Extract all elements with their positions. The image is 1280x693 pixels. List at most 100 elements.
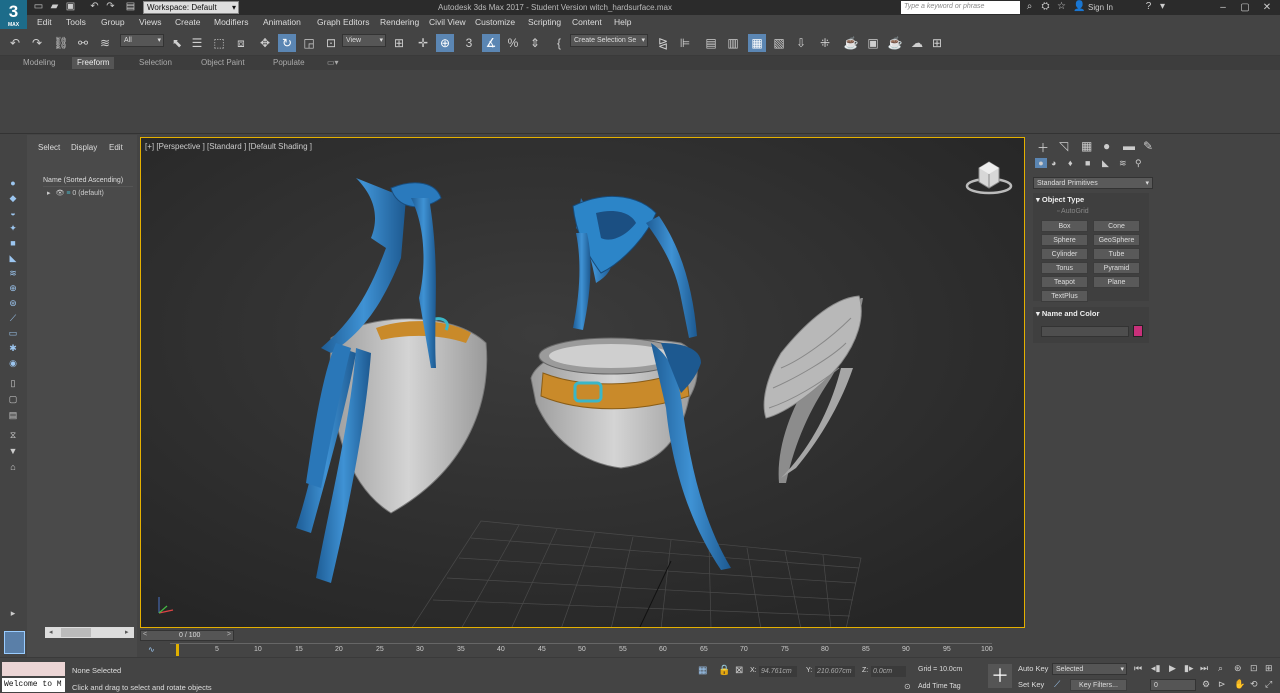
minimize-icon[interactable]: – [1212,0,1234,15]
go-to-end-icon[interactable]: ⏭ [1200,663,1208,674]
window-crossing-icon[interactable]: ⧈ [232,34,250,52]
display-spacewarps-icon[interactable]: ≋ [4,267,22,280]
bind-spacewarp-icon[interactable]: ≋ [96,34,114,52]
keyword-search-input[interactable]: Type a keyword or phrase [901,1,1020,14]
sync-selection-icon[interactable]: ⧖ [4,429,22,442]
perspective-viewport[interactable]: [+] [Perspective ] [Standard ] [Default … [140,137,1025,628]
help-dropdown-icon[interactable]: ▾ [1156,1,1169,13]
new-scene-icon[interactable]: ▭ [32,1,45,13]
named-selection-set-dropdown[interactable]: Create Selection Se ▾ [570,34,648,47]
spacewarps-icon[interactable]: ≋ [1119,158,1127,169]
create-tab-icon[interactable]: ＋ [1037,139,1049,156]
rendered-frame-window-icon[interactable]: ▣ [864,34,882,52]
select-none-icon[interactable]: ▢ [4,393,22,406]
snaps-toggle-icon[interactable]: 3 [460,34,478,52]
explorer-tab-edit[interactable]: Edit [109,143,123,152]
display-cameras-icon[interactable]: ■ [4,237,22,250]
menu-customize[interactable]: Customize [475,17,515,28]
tube-button[interactable]: Tube [1093,248,1140,260]
expand-arrow-icon[interactable]: ▸ [4,607,22,620]
cameras-icon[interactable]: ■ [1085,158,1090,168]
menu-tools[interactable]: Tools [66,17,86,28]
display-hidden-icon[interactable]: ◉ [4,357,22,370]
help-icon[interactable]: ? [1142,1,1155,13]
display-groups-icon[interactable]: ⊕ [4,282,22,295]
keyboard-shortcut-override-icon[interactable]: ⊕ [436,34,454,52]
sign-in-link[interactable]: Sign In [1088,2,1113,13]
add-time-tag[interactable]: Add Time Tag [918,683,961,690]
zoom-extents-all-icon[interactable]: ⊞ [1265,663,1273,674]
hierarchy-tab-icon[interactable]: ▦ [1081,139,1092,153]
cone-button[interactable]: Cone [1093,220,1140,232]
scroll-right-icon[interactable]: ▸ [125,629,131,636]
menu-modifiers[interactable]: Modifiers [214,17,248,28]
search-icon[interactable]: ⌕ [1023,1,1036,13]
tab-modeling[interactable]: Modeling [18,57,60,69]
select-move-icon[interactable]: ✥ [256,34,274,52]
display-tab-icon[interactable]: ▬ [1123,139,1135,153]
redo-icon[interactable]: ↷ [104,1,117,13]
field-of-view-icon[interactable]: ⊳ [1218,679,1226,690]
textplus-button[interactable]: TextPlus [1041,290,1088,302]
tab-object-paint[interactable]: Object Paint [196,57,250,69]
maximize-viewport-icon[interactable]: ⤢ [1265,679,1272,690]
menu-group[interactable]: Group [101,17,125,28]
primitive-category-dropdown[interactable]: Standard Primitives ▾ [1033,177,1153,189]
display-all-icon[interactable]: ● [4,177,22,190]
select-all-icon[interactable]: ▯ [4,377,22,390]
systems-icon[interactable]: ⚲ [1135,158,1142,169]
cylinder-button[interactable]: Cylinder [1041,248,1088,260]
edit-named-selection-icon[interactable]: { [550,34,568,52]
curve-editor-icon[interactable]: ▧ [770,34,788,52]
explorer-tab-display[interactable]: Display [71,143,97,152]
selection-filter-dropdown[interactable]: All ▾ [120,34,164,47]
menu-graph-editors[interactable]: Graph Editors [317,17,369,28]
menu-scripting[interactable]: Scripting [528,17,561,28]
tab-selection[interactable]: Selection [134,57,177,69]
set-key-button[interactable]: Set Key [1018,680,1044,689]
display-shapes-icon[interactable]: ◒ [4,207,22,220]
undo-icon[interactable]: ↶ [6,34,24,52]
pivot-center-icon[interactable]: ⊞ [390,34,408,52]
render-production-icon[interactable]: ☕ [886,34,904,52]
selection-lock-icon[interactable]: 🔒 [718,665,730,676]
auto-key-button[interactable]: Auto Key [1018,664,1048,673]
schematic-view-icon[interactable]: ⇩ [792,34,810,52]
unlink-icon[interactable]: ⚯ [74,34,92,52]
key-filters-button[interactable]: Key Filters... [1070,679,1127,691]
favorites-icon[interactable]: ☆ [1055,1,1068,13]
undo-icon[interactable]: ↶ [88,1,101,13]
menu-civil-view[interactable]: Civil View [429,17,466,28]
geosphere-button[interactable]: GeoSphere [1093,234,1140,246]
column-header-name[interactable]: Name (Sorted Ascending) [43,175,133,187]
tab-populate[interactable]: Populate [268,57,310,69]
z-coordinate-field[interactable]: 0.0cm [871,666,906,677]
previous-frame-icon[interactable]: ◂▮ [1151,663,1160,674]
y-coordinate-field[interactable]: 210.607cm [815,666,855,677]
object-name-input[interactable] [1041,326,1129,337]
display-containers-icon[interactable]: ▭ [4,327,22,340]
set-key-big-icon[interactable]: ＋ [988,664,1012,688]
align-icon[interactable]: ⊫ [676,34,694,52]
toggle-layer-explorer-icon[interactable]: ▥ [724,34,742,52]
spinner-snap-icon[interactable]: ⇕ [526,34,544,52]
select-object-icon[interactable]: ⬉ [168,34,186,52]
select-manipulate-icon[interactable]: ✛ [414,34,432,52]
motion-tab-icon[interactable]: ● [1103,139,1110,153]
zoom-all-icon[interactable]: ⊛ [1234,663,1242,674]
zoom-icon[interactable]: ⌕ [1218,663,1223,674]
select-invert-icon[interactable]: ▤ [4,409,22,422]
explorer-tab-select[interactable]: Select [38,143,60,152]
menu-help[interactable]: Help [614,17,631,28]
app-logo-button[interactable]: 3 MAX [0,0,27,29]
toggle-ribbon-icon[interactable]: ▦ [748,34,766,52]
rollout-header-name-color[interactable]: ▾ Name and Color [1036,308,1149,320]
menu-edit[interactable]: Edit [37,17,52,28]
reference-coordinate-dropdown[interactable]: View ▾ [342,34,386,47]
time-slider-prev-icon[interactable]: < [143,631,147,638]
play-icon[interactable]: ▶ [1169,663,1176,674]
scroll-left-icon[interactable]: ◂ [49,629,55,636]
time-slider-next-icon[interactable]: > [227,631,231,638]
maxscript-mini-listener[interactable]: Welcome to M [2,678,65,692]
plane-button[interactable]: Plane [1093,276,1140,288]
